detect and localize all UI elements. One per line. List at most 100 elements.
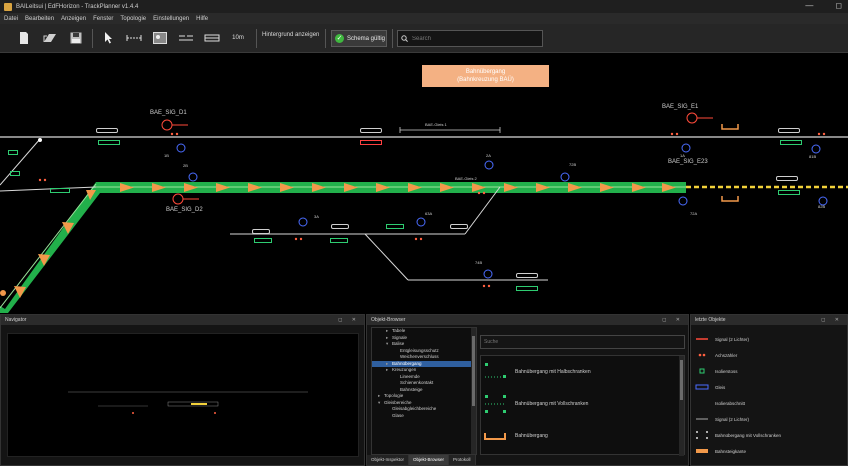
recent-item[interactable]: Signal (2 Lichter) <box>695 333 845 345</box>
menu-einstellungen[interactable]: Einstellungen <box>153 16 189 22</box>
object-item-label: Bahnübergang mit Halbschranken <box>515 369 591 375</box>
navigator-window-buttons[interactable]: ◻ ✕ <box>338 317 360 323</box>
crossing-full-barrier-icon <box>695 430 709 440</box>
recent-item-label: Isolierstoss <box>715 368 738 374</box>
save-icon[interactable] <box>68 30 84 46</box>
crossing-notice[interactable]: Bahnübergang (Bahnkreuzung BAÜ) <box>422 65 549 87</box>
recent-item-label: Achszähler <box>715 352 738 358</box>
tab-object-inspector[interactable]: Objekt-Inspektor <box>367 455 410 465</box>
recent-item-label: Bahnsteigkante <box>715 448 747 454</box>
tree-item-label: Gleisabgleichbereiche <box>392 406 437 411</box>
browser-search-box[interactable] <box>480 335 685 349</box>
section-tag[interactable] <box>330 238 348 243</box>
tree-item-label: Bahnübergang <box>392 360 422 366</box>
recent-item[interactable]: Bahnsteigkante <box>695 445 845 457</box>
signal-label-d1: BAE_SIG_D1 <box>150 110 187 116</box>
section-tag[interactable] <box>778 190 800 195</box>
section-tag[interactable] <box>780 140 802 145</box>
menu-bar: Datei Bearbeiten Anzeigen Fenster Topolo… <box>0 13 848 24</box>
grid-tool-icon[interactable] <box>204 30 220 46</box>
pointer-tool-icon[interactable] <box>100 30 116 46</box>
section-tag[interactable] <box>516 286 538 291</box>
recent-item-label: Signal (2 Lichter) <box>715 336 750 342</box>
recent-item[interactable]: Signal (2 Lichter) <box>695 413 845 425</box>
open-folder-icon[interactable] <box>42 30 58 46</box>
minimize-button[interactable]: — <box>805 1 813 10</box>
recent-objects-panel: letzte Objekte ◻ ✕ Signal (2 Lichter) Ac… <box>690 314 848 466</box>
recent-item[interactable]: Gleis <box>695 381 845 393</box>
browser-window-buttons[interactable]: ◻ ✕ <box>662 317 684 323</box>
menu-hilfe[interactable]: Hilfe <box>196 16 208 22</box>
section-tag[interactable] <box>50 188 70 193</box>
track-tag[interactable] <box>450 224 468 229</box>
tree-scrollbar[interactable] <box>471 328 476 454</box>
menu-anzeigen[interactable]: Anzeigen <box>61 16 86 22</box>
insulated-section-icon <box>695 398 709 408</box>
km-2b: 2B <box>183 163 188 168</box>
object-item-label: Bahnübergang <box>515 433 548 439</box>
track-tag[interactable] <box>778 128 800 133</box>
axle-counters <box>38 132 826 288</box>
list-scrollbar[interactable] <box>679 356 684 456</box>
track-tag[interactable] <box>360 128 382 133</box>
background-toggle-button[interactable]: Hintergrund anzeigen <box>262 32 319 38</box>
recent-item-label: Bahnübergang mit Vollschranken <box>715 432 782 438</box>
menu-fenster[interactable]: Fenster <box>93 16 113 22</box>
object-item-fullbarrier[interactable]: Bahnübergang mit Vollschranken <box>481 392 681 416</box>
recent-item[interactable]: Achszähler <box>695 349 845 361</box>
track-canvas[interactable]: Bahnübergang (Bahnkreuzung BAÜ) BAE_SIG_… <box>0 54 848 313</box>
km-81b: 81B <box>809 154 817 159</box>
track-tag[interactable] <box>252 229 270 234</box>
crossing-icon <box>481 425 511 447</box>
notice-line-2: (Bahnkreuzung BAÜ) <box>457 77 514 83</box>
section-tag-red[interactable] <box>360 140 382 145</box>
recent-window-buttons[interactable]: ◻ ✕ <box>821 317 843 323</box>
section-tag[interactable] <box>386 224 404 229</box>
route-centerline-diag <box>0 183 97 309</box>
menu-topologie[interactable]: Topologie <box>120 16 146 22</box>
crossing-half-barrier-icon <box>481 361 511 383</box>
track-left-diag <box>0 138 41 186</box>
track-diagram[interactable] <box>0 54 848 313</box>
menu-bearbeiten[interactable]: Bearbeiten <box>25 16 54 22</box>
image-tool-icon[interactable] <box>152 30 168 46</box>
km-2a: 2A <box>486 153 491 158</box>
track-tag[interactable] <box>331 224 349 229</box>
signal-markers <box>176 143 828 279</box>
tree-item-label: Balise <box>392 341 405 346</box>
recent-item[interactable]: Isolierabschnitt <box>695 397 845 409</box>
section-tag[interactable] <box>8 150 18 155</box>
navigator-minimap[interactable] <box>7 333 359 457</box>
recent-item[interactable]: Bahnübergang mit Vollschranken <box>695 429 845 441</box>
search-box[interactable] <box>397 30 543 47</box>
tab-object-browser[interactable]: Objekt-Browser <box>409 455 450 465</box>
object-item-halfbarrier[interactable]: Bahnübergang mit Halbschranken <box>481 360 681 384</box>
tree-item-label: Topologie <box>384 393 404 398</box>
tree-item-label: Gleisbereiche <box>384 399 412 405</box>
scale-tool-icon[interactable]: 10m <box>230 30 246 46</box>
align-tool-icon[interactable] <box>178 30 194 46</box>
browser-search-input[interactable] <box>481 336 671 348</box>
measure-tool-icon[interactable] <box>126 30 142 46</box>
object-item-crossing[interactable]: Bahnübergang <box>481 424 681 448</box>
new-file-icon[interactable] <box>16 30 32 46</box>
browser-header: Objekt-Browser ◻ ✕ <box>367 315 688 325</box>
object-tree[interactable]: ▸ Tabele ▸ Signale ▾ Balise Entgleisungsschutz… <box>371 327 477 455</box>
search-input[interactable] <box>412 35 532 42</box>
recent-item[interactable]: Isolierstoss <box>695 365 845 377</box>
tree-item[interactable]: Glase <box>372 413 476 420</box>
restore-button[interactable]: ◻ <box>835 1 842 10</box>
section-tag[interactable] <box>10 171 20 176</box>
track-tag[interactable] <box>516 273 538 278</box>
section-tag[interactable] <box>254 238 272 243</box>
track-tag[interactable] <box>96 128 118 133</box>
object-list[interactable]: Bahnübergang mit Halbschranken Bahnüberg… <box>480 355 685 456</box>
tab-protocol[interactable]: Protokoll <box>449 455 476 465</box>
navigator-title: Navigator <box>5 317 27 323</box>
menu-datei[interactable]: Datei <box>4 16 18 22</box>
section-tag[interactable] <box>98 140 120 145</box>
signal-label-d2: BAE_SIG_D2 <box>166 207 203 213</box>
crossing-icons <box>721 124 739 202</box>
schema-valid-button[interactable]: ✓ Schema gültig <box>331 30 387 47</box>
track-tag[interactable] <box>776 176 798 181</box>
